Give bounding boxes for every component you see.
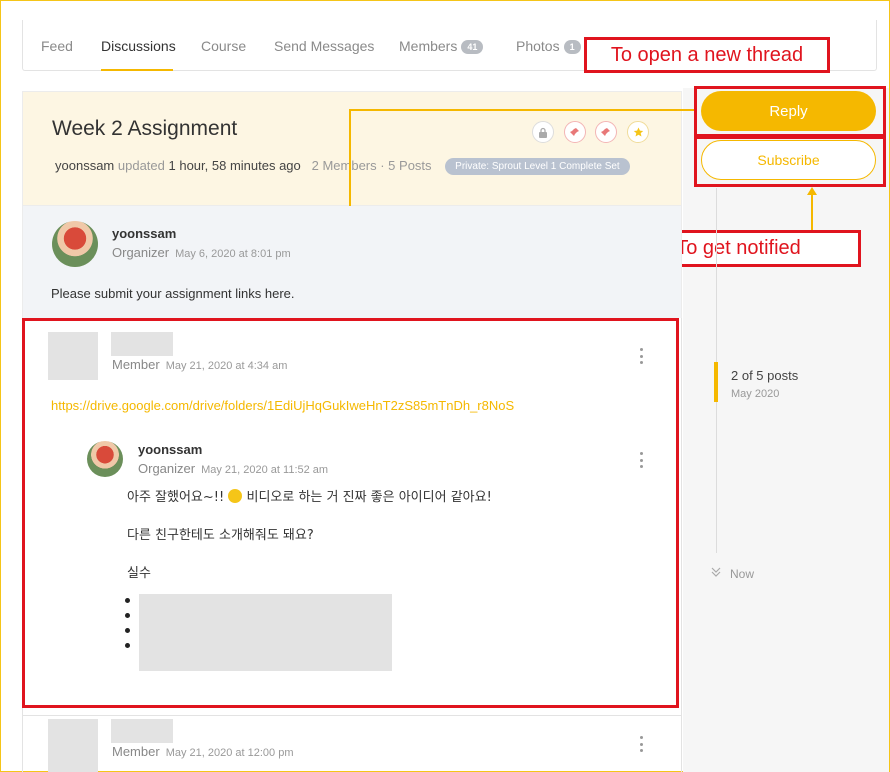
content-border-right [681, 318, 682, 772]
timeline-position-marker[interactable] [714, 362, 718, 402]
post-date: May 6, 2020 at 8:01 pm [175, 248, 291, 260]
lock-icon[interactable] [532, 121, 554, 143]
post-highlight-box [22, 318, 679, 708]
photos-count-badge: 1 [563, 40, 581, 55]
sidebar-panel [683, 88, 889, 772]
topic-title: Week 2 Assignment [52, 117, 238, 140]
tab-photos[interactable]: Photos 1 [516, 38, 581, 55]
tab-course[interactable]: Course [201, 38, 246, 54]
first-post-body: Please submit your assignment links here… [51, 286, 295, 301]
role-label: Member [112, 744, 160, 759]
timeline-month: May 2020 [731, 388, 780, 400]
avatar-placeholder [48, 719, 98, 772]
tab-photos-label: Photos [516, 38, 560, 54]
timeline-now[interactable]: Now [730, 567, 754, 581]
star-icon[interactable] [627, 121, 649, 143]
arrow-line-notified [811, 193, 813, 231]
author-name-placeholder [111, 719, 173, 743]
post-divider [22, 715, 682, 716]
double-chevron-down-icon[interactable] [710, 566, 722, 578]
tab-send-messages[interactable]: Send Messages [274, 38, 374, 54]
topic-meta: yoonssam updated 1 hour, 58 minutes ago … [55, 158, 630, 176]
post-date: May 21, 2020 at 12:00 pm [165, 747, 294, 759]
topic-author[interactable]: yoonssam [55, 158, 114, 173]
timeline-position: 2 of 5 posts [731, 368, 799, 383]
topic-stats: 2 Members · 5 Posts [311, 158, 432, 173]
post-options-icon[interactable] [640, 736, 644, 752]
sticky-pin-icon[interactable] [595, 121, 617, 143]
first-post-author[interactable]: yoonssam [112, 226, 176, 241]
first-post-role: Organizer May 6, 2020 at 8:01 pm [112, 245, 291, 260]
annotation-new-thread: To open a new thread [584, 37, 830, 73]
subscribe-highlight-box [694, 136, 886, 187]
arrow-line-reply-horizontal [349, 109, 694, 111]
members-count-badge: 41 [461, 40, 484, 55]
group-badge[interactable]: Private: Sprout Level 1 Complete Set [445, 158, 630, 176]
tab-discussions[interactable]: Discussions [101, 38, 176, 54]
updated-word: updated [117, 158, 165, 173]
role-label: Organizer [112, 245, 170, 260]
avatar[interactable] [52, 221, 98, 267]
tab-members[interactable]: Members 41 [399, 38, 484, 55]
reply-highlight-box [694, 86, 886, 137]
updated-time: 1 hour, 58 minutes ago [168, 158, 301, 173]
post3-role: Member May 21, 2020 at 12:00 pm [112, 744, 294, 759]
arrow-head-notified [807, 187, 817, 195]
first-post [22, 206, 682, 318]
tab-feed[interactable]: Feed [41, 38, 73, 54]
tab-members-label: Members [399, 38, 458, 54]
pin-icon[interactable] [564, 121, 586, 143]
active-tab-indicator [101, 69, 173, 71]
